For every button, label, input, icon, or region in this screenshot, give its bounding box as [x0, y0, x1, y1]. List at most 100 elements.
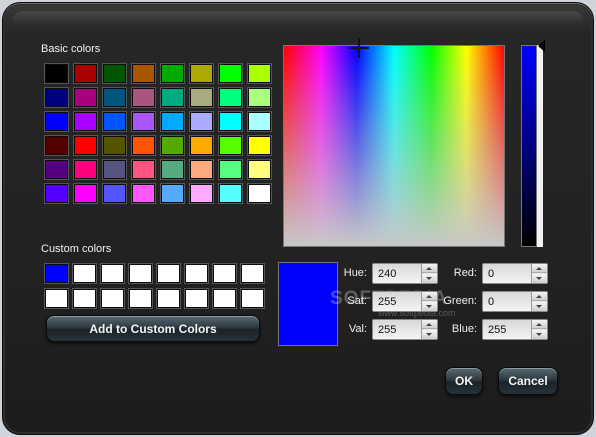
blue-up-arrow-icon[interactable]: [532, 320, 547, 329]
basic-color-swatch[interactable]: [45, 64, 68, 83]
basic-color-swatch[interactable]: [132, 136, 155, 155]
basic-color-swatch[interactable]: [190, 64, 213, 83]
val-up-arrow-icon[interactable]: [422, 320, 437, 329]
basic-color-swatch[interactable]: [161, 184, 184, 203]
blue-spinbox[interactable]: [482, 319, 548, 340]
basic-color-swatch[interactable]: [219, 184, 242, 203]
val-label: Val:: [348, 323, 367, 335]
green-up-arrow-icon[interactable]: [532, 292, 547, 301]
basic-color-swatch[interactable]: [190, 112, 213, 131]
basic-color-swatch[interactable]: [45, 112, 68, 131]
hue-input[interactable]: [373, 264, 421, 283]
custom-color-swatch[interactable]: [45, 289, 68, 308]
custom-color-swatch[interactable]: [213, 264, 236, 283]
basic-color-swatch[interactable]: [45, 160, 68, 179]
hue-saturation-spectrum[interactable]: [283, 45, 505, 247]
red-label: Red:: [453, 267, 477, 279]
hue-spinbox[interactable]: [372, 263, 438, 284]
custom-color-swatch[interactable]: [129, 289, 152, 308]
basic-color-swatch[interactable]: [74, 160, 97, 179]
basic-color-swatch[interactable]: [219, 136, 242, 155]
green-spinbox[interactable]: [482, 291, 548, 312]
custom-color-swatch[interactable]: [129, 264, 152, 283]
custom-color-swatch[interactable]: [157, 264, 180, 283]
basic-color-swatch[interactable]: [161, 88, 184, 107]
value-slider-track: [537, 45, 543, 247]
basic-color-swatch[interactable]: [190, 88, 213, 107]
custom-color-swatch[interactable]: [213, 289, 236, 308]
custom-color-swatch[interactable]: [185, 289, 208, 308]
basic-color-swatch[interactable]: [161, 112, 184, 131]
basic-color-swatch[interactable]: [190, 184, 213, 203]
basic-color-swatch[interactable]: [219, 160, 242, 179]
red-down-arrow-icon[interactable]: [532, 274, 547, 283]
basic-color-swatch[interactable]: [103, 136, 126, 155]
red-input[interactable]: [483, 264, 531, 283]
basic-color-swatch[interactable]: [103, 184, 126, 203]
sat-up-arrow-icon[interactable]: [422, 292, 437, 301]
custom-color-swatch[interactable]: [45, 264, 68, 283]
green-down-arrow-icon[interactable]: [532, 302, 547, 311]
basic-color-swatch[interactable]: [219, 112, 242, 131]
green-input[interactable]: [483, 292, 531, 311]
val-spinbox[interactable]: [372, 319, 438, 340]
hue-down-arrow-icon[interactable]: [422, 274, 437, 283]
basic-color-swatch[interactable]: [190, 136, 213, 155]
custom-color-swatch[interactable]: [101, 264, 124, 283]
basic-color-swatch[interactable]: [248, 88, 271, 107]
basic-color-swatch[interactable]: [132, 64, 155, 83]
custom-color-swatch[interactable]: [101, 289, 124, 308]
basic-color-swatch[interactable]: [132, 112, 155, 131]
basic-color-swatch[interactable]: [248, 184, 271, 203]
ok-button[interactable]: OK: [445, 367, 483, 395]
blue-down-arrow-icon[interactable]: [532, 330, 547, 339]
basic-color-swatch[interactable]: [74, 112, 97, 131]
sat-spinbox[interactable]: [372, 291, 438, 312]
val-input[interactable]: [373, 320, 421, 339]
custom-color-swatch[interactable]: [157, 289, 180, 308]
basic-color-swatch[interactable]: [45, 136, 68, 155]
slider-arrow-icon[interactable]: [538, 40, 545, 52]
basic-color-swatch[interactable]: [248, 112, 271, 131]
add-to-custom-colors-button[interactable]: Add to Custom Colors: [46, 315, 260, 342]
basic-color-swatch[interactable]: [74, 88, 97, 107]
basic-color-swatch[interactable]: [190, 160, 213, 179]
basic-color-swatch[interactable]: [103, 88, 126, 107]
basic-color-swatch[interactable]: [103, 160, 126, 179]
sat-label: Sat:: [347, 295, 367, 307]
hue-up-arrow-icon[interactable]: [422, 264, 437, 273]
basic-color-swatch[interactable]: [132, 160, 155, 179]
basic-color-swatch[interactable]: [132, 88, 155, 107]
basic-color-swatch[interactable]: [45, 88, 68, 107]
basic-color-swatch[interactable]: [74, 64, 97, 83]
custom-color-swatch[interactable]: [73, 264, 96, 283]
basic-color-swatch[interactable]: [219, 64, 242, 83]
value-slider[interactable]: [521, 45, 537, 247]
custom-color-swatch[interactable]: [241, 289, 264, 308]
val-down-arrow-icon[interactable]: [422, 330, 437, 339]
basic-color-swatch[interactable]: [74, 136, 97, 155]
red-up-arrow-icon[interactable]: [532, 264, 547, 273]
basic-color-swatch[interactable]: [132, 184, 155, 203]
basic-color-swatch[interactable]: [248, 136, 271, 155]
cancel-button[interactable]: Cancel: [498, 367, 558, 395]
hue-label: Hue:: [343, 267, 367, 279]
basic-color-swatch[interactable]: [161, 64, 184, 83]
sat-down-arrow-icon[interactable]: [422, 302, 437, 311]
basic-color-swatch[interactable]: [161, 160, 184, 179]
basic-color-swatch[interactable]: [248, 160, 271, 179]
basic-color-swatch[interactable]: [45, 184, 68, 203]
custom-color-swatch[interactable]: [73, 289, 96, 308]
blue-input[interactable]: [483, 320, 531, 339]
sat-input[interactable]: [373, 292, 421, 311]
basic-color-swatch[interactable]: [161, 136, 184, 155]
basic-color-swatch[interactable]: [219, 88, 242, 107]
custom-color-swatch[interactable]: [241, 264, 264, 283]
basic-color-swatch[interactable]: [103, 64, 126, 83]
red-spinbox[interactable]: [482, 263, 548, 284]
basic-color-swatch[interactable]: [248, 64, 271, 83]
crosshair-icon[interactable]: [349, 38, 369, 58]
basic-color-swatch[interactable]: [74, 184, 97, 203]
custom-color-swatch[interactable]: [185, 264, 208, 283]
basic-color-swatch[interactable]: [103, 112, 126, 131]
